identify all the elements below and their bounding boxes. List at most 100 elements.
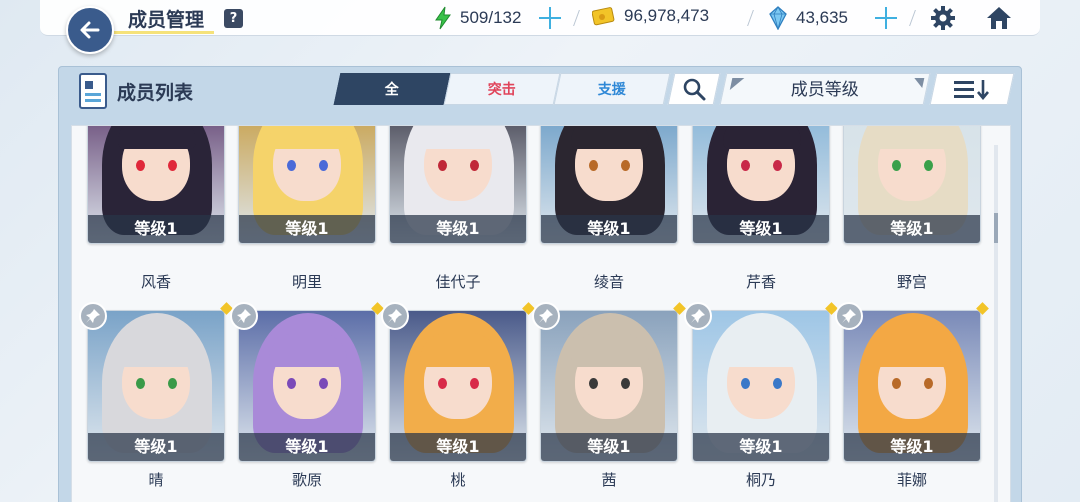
credits-display: 96,978,473 [592, 6, 709, 26]
eye-shape [773, 378, 782, 389]
bangs-shape [269, 333, 347, 367]
member-portrait: 等级1 [389, 310, 527, 462]
help-button[interactable]: ? [224, 9, 243, 28]
member-portrait: 等级1 [540, 310, 678, 462]
back-button[interactable] [66, 6, 114, 54]
bangs-shape [874, 333, 952, 367]
tab-support-label: 支援 [597, 82, 626, 98]
eye-shape [741, 378, 750, 389]
member-list-panel: 成员列表 全 突击 支援 成员等级 等级1 风香 等级1 明里 等级1 佳代子 … [58, 66, 1022, 502]
member-name: 风香 [140, 273, 171, 291]
add-energy-button[interactable] [539, 7, 561, 29]
member-portrait: 等级1 [238, 310, 376, 462]
pin-icon[interactable] [381, 302, 409, 330]
bangs-shape [118, 126, 196, 149]
energy-value: 509/132 [460, 8, 522, 27]
bangs-shape [723, 126, 801, 149]
member-portrait: 等级1 [389, 126, 527, 244]
filter-tabs: 全 突击 支援 [333, 73, 671, 105]
bangs-shape [874, 126, 952, 149]
credits-value: 96,978,473 [624, 6, 710, 25]
scrollbar-thumb[interactable] [994, 213, 998, 243]
tab-assault[interactable]: 突击 [443, 73, 561, 105]
search-button[interactable] [667, 73, 721, 105]
bangs-shape [571, 333, 649, 367]
sort-label: 成员等级 [790, 80, 859, 100]
settings-button[interactable] [929, 4, 957, 32]
pin-icon[interactable] [835, 302, 863, 330]
bangs-shape [723, 333, 801, 367]
pin-icon[interactable] [532, 302, 560, 330]
eye-shape [319, 160, 328, 171]
panel-title: 成员列表 [117, 82, 194, 104]
gear-icon [931, 6, 955, 30]
eye-shape [470, 378, 479, 389]
eye-shape [621, 160, 630, 171]
member-level: 等级1 [88, 433, 224, 461]
member-name: 桐乃 [745, 471, 776, 489]
member-name: 野宫 [896, 273, 927, 291]
page-title: 成员管理 [128, 9, 205, 31]
member-name: 歌原 [291, 471, 322, 489]
eye-shape [168, 378, 177, 389]
member-name: 菲娜 [896, 471, 927, 489]
bangs-shape [571, 126, 649, 149]
member-level: 等级1 [541, 215, 677, 243]
eye-shape [741, 160, 750, 171]
member-name: 茜 [601, 471, 617, 489]
member-portrait: 等级1 [540, 126, 678, 244]
tab-all[interactable]: 全 [333, 73, 451, 105]
member-name: 佳代子 [435, 273, 481, 291]
member-portrait: 等级1 [843, 310, 981, 462]
eye-shape [892, 378, 901, 389]
eye-shape [892, 160, 901, 171]
eye-shape [319, 378, 328, 389]
member-portrait: 等级1 [87, 310, 225, 462]
bangs-shape [269, 126, 347, 149]
home-button[interactable] [985, 4, 1013, 32]
eye-shape [773, 160, 782, 171]
scrollbar-track[interactable] [994, 145, 998, 502]
eye-shape [924, 378, 933, 389]
member-name: 芹香 [745, 273, 776, 291]
add-gems-button[interactable] [875, 7, 897, 29]
credit-card-icon [592, 7, 615, 26]
member-level: 等级1 [541, 433, 677, 461]
panel-header: 成员列表 全 突击 支援 成员等级 [59, 67, 1021, 119]
arrow-left-icon [80, 21, 100, 39]
energy-display: 509/132 [434, 6, 521, 30]
member-level: 等级1 [693, 433, 829, 461]
tab-assault-label: 突击 [487, 82, 516, 98]
member-level: 等级1 [844, 433, 980, 461]
member-portrait: 等级1 [87, 126, 225, 244]
eye-shape [589, 378, 598, 389]
member-level: 等级1 [693, 215, 829, 243]
eye-shape [589, 160, 598, 171]
member-portrait: 等级1 [692, 126, 830, 244]
tab-support[interactable]: 支援 [553, 73, 671, 105]
member-portrait: 等级1 [238, 126, 376, 244]
pin-icon[interactable] [79, 302, 107, 330]
eye-shape [438, 160, 447, 171]
tab-all-label: 全 [384, 82, 399, 98]
member-portrait: 等级1 [843, 126, 981, 244]
sort-dropdown[interactable]: 成员等级 [719, 73, 931, 105]
sort-order-button[interactable] [929, 73, 1015, 105]
member-name: 明里 [291, 273, 322, 291]
sort-order-icon [954, 80, 989, 100]
eye-shape [621, 378, 630, 389]
member-level: 等级1 [239, 215, 375, 243]
pin-icon[interactable] [230, 302, 258, 330]
home-icon [987, 7, 1011, 29]
member-grid[interactable]: 等级1 风香 等级1 明里 等级1 佳代子 等级1 绫音 等级1 芹香 等级1 野宫 等级1 晴等级1 歌原… [71, 125, 1011, 502]
bangs-shape [420, 333, 498, 367]
search-icon [683, 78, 706, 101]
member-level: 等级1 [239, 433, 375, 461]
member-list-icon [79, 73, 107, 109]
pin-icon[interactable] [684, 302, 712, 330]
eye-shape [287, 160, 296, 171]
eye-shape [287, 378, 296, 389]
member-level: 等级1 [88, 215, 224, 243]
eye-shape [136, 378, 145, 389]
eye-shape [438, 378, 447, 389]
